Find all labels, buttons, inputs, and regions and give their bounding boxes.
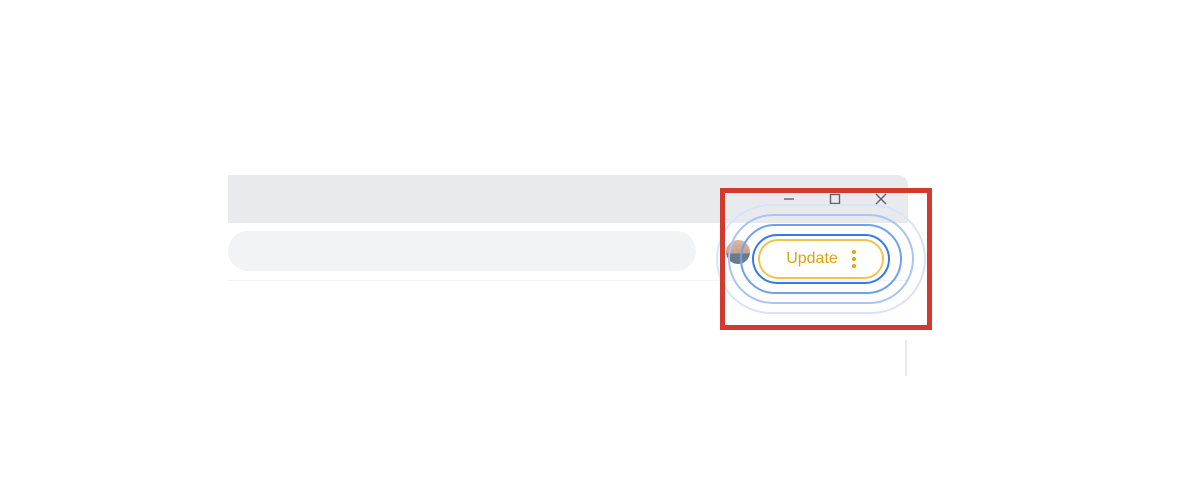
decorative-mark	[905, 340, 907, 376]
minimize-button[interactable]	[766, 176, 812, 222]
profile-avatar[interactable]	[726, 240, 750, 264]
window-controls	[766, 175, 904, 223]
close-button[interactable]	[858, 176, 904, 222]
tab-strip	[228, 175, 908, 223]
overflow-menu-icon[interactable]	[852, 250, 856, 268]
close-icon	[874, 192, 888, 206]
minimize-icon	[782, 192, 796, 206]
address-bar[interactable]	[228, 231, 696, 271]
update-button-label: Update	[786, 250, 838, 268]
update-button[interactable]: Update	[758, 239, 884, 279]
maximize-button[interactable]	[812, 176, 858, 222]
canvas: Update	[0, 0, 1200, 500]
maximize-icon	[828, 192, 842, 206]
